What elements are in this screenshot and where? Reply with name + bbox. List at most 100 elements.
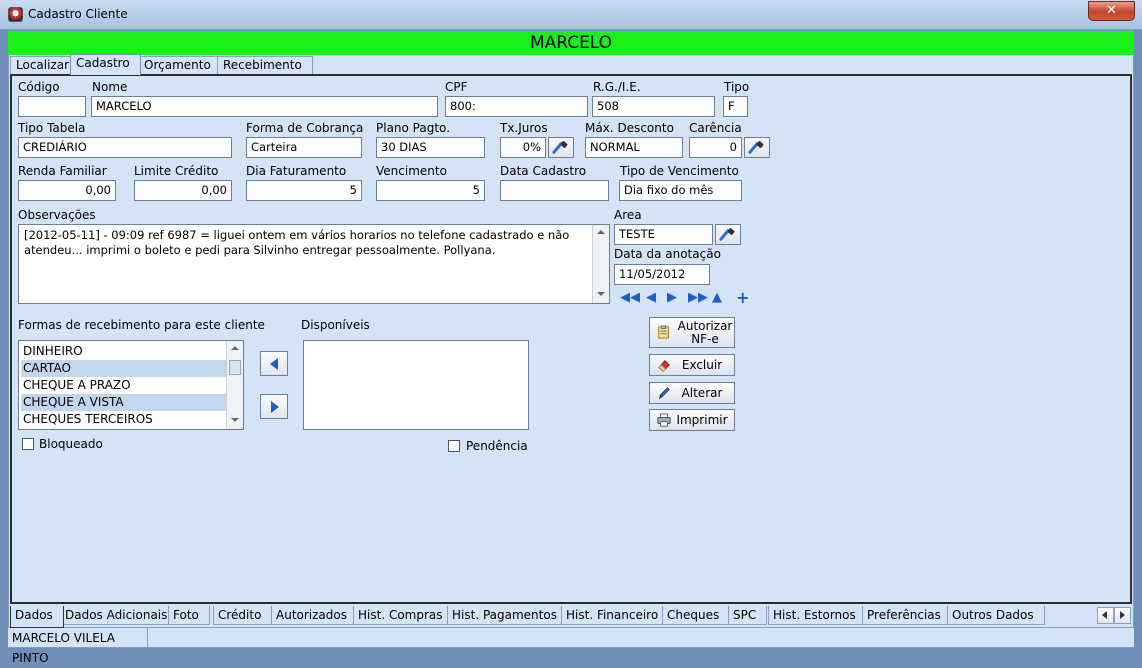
tab-dados[interactable]: Dados — [10, 606, 64, 628]
tab-outros-dados[interactable]: Outros Dados — [947, 606, 1045, 625]
carencia-label: Carência — [689, 121, 742, 135]
tab-spc[interactable]: SPC — [728, 606, 768, 625]
bloqueado-label: Bloqueado — [39, 437, 103, 451]
tx-juros-label: Tx.Juros — [500, 121, 548, 135]
tab-cadastro[interactable]: Cadastro — [70, 54, 141, 75]
tab-hist-estornos[interactable]: Hist. Estornos — [768, 606, 867, 625]
nav-last-icon[interactable]: ▶▶ — [688, 291, 708, 305]
formas-list[interactable]: DINHEIRO CARTAO CHEQUE A PRAZO CHEQUE A … — [18, 340, 244, 430]
plano-pagto-field[interactable]: 30 DIAS — [376, 137, 485, 158]
dia-faturamento-label: Dia Faturamento — [246, 164, 347, 178]
tipo-vencimento-field[interactable]: Dia fixo do mês — [619, 180, 742, 201]
codigo-label: Código — [18, 80, 60, 94]
imprimir-button[interactable]: Imprimir — [649, 409, 735, 431]
nav-up-icon[interactable]: ▲ — [712, 291, 722, 305]
nome-label: Nome — [92, 80, 128, 94]
plano-pagto-label: Plano Pagto. — [376, 121, 451, 135]
list-item[interactable]: DINHEIRO — [21, 343, 227, 360]
nome-field[interactable]: MARCELO — [91, 96, 438, 117]
pendencia-label: Pendência — [466, 439, 528, 453]
disponiveis-label: Disponíveis — [301, 318, 370, 332]
tipo-field[interactable]: F — [723, 96, 748, 117]
tab-credito[interactable]: Crédito — [213, 606, 273, 625]
renda-familiar-label: Renda Familiar — [18, 164, 107, 178]
alterar-button[interactable]: Alterar — [649, 382, 735, 404]
chevron-right-icon — [1120, 611, 1125, 619]
arrow-right-icon — [271, 401, 279, 413]
bloqueado-checkbox[interactable] — [22, 438, 34, 450]
disponiveis-list[interactable] — [303, 340, 529, 430]
tab-orcamento[interactable]: Orçamento — [138, 56, 222, 74]
autorizar-line2: NF-e — [691, 332, 719, 346]
tabs-scroll-left-button[interactable] — [1097, 607, 1114, 624]
forma-cobranca-field[interactable]: Carteira — [246, 137, 362, 158]
move-left-button[interactable] — [260, 351, 288, 376]
carencia-field[interactable]: 0 — [689, 137, 742, 158]
clipboard-icon — [658, 325, 669, 339]
area-field[interactable]: TESTE — [614, 224, 713, 245]
tab-hist-pagamentos[interactable]: Hist. Pagamentos — [447, 606, 568, 625]
formas-label: Formas de recebimento para este cliente — [18, 318, 265, 332]
tab-foto[interactable]: Foto — [168, 606, 210, 625]
title-bar — [0, 0, 1142, 30]
nav-prev-icon[interactable]: ◀ — [646, 291, 656, 305]
tab-autorizados[interactable]: Autorizados — [271, 606, 358, 625]
nav-next-icon[interactable]: ▶ — [667, 291, 677, 305]
tab-hist-compras[interactable]: Hist. Compras — [353, 606, 454, 625]
tipo-vencimento-label: Tipo de Vencimento — [620, 164, 739, 178]
cpf-field[interactable]: 800: — [445, 96, 588, 117]
observacoes-scrollbar[interactable] — [592, 225, 609, 303]
nav-first-icon[interactable]: ◀◀ — [620, 291, 640, 305]
list-item[interactable]: CHEQUE A VISTA — [21, 394, 227, 411]
cpf-label: CPF — [445, 80, 468, 94]
max-desconto-field[interactable]: NORMAL — [585, 137, 683, 158]
carencia-pick-button[interactable] — [744, 137, 770, 158]
move-right-button[interactable] — [260, 394, 288, 419]
printer-icon — [657, 413, 671, 427]
observacoes-memo[interactable]: [2012-05-11] - 09:09 ref 6987 = liguei o… — [18, 224, 610, 304]
tabs-scroll-right-button[interactable] — [1114, 607, 1131, 624]
scroll-down-icon — [597, 292, 605, 296]
limite-credito-field[interactable]: 0,00 — [134, 180, 232, 201]
tx-juros-pick-button[interactable] — [548, 137, 574, 158]
scroll-thumb[interactable] — [229, 360, 241, 375]
tab-dados-adicionais[interactable]: Dados Adicionais — [60, 606, 179, 625]
list-item[interactable]: CARTAO — [21, 360, 227, 377]
close-button[interactable]: ✕ — [1088, 1, 1135, 21]
list-item[interactable]: CHEQUE A PRAZO — [21, 377, 227, 394]
area-pick-button[interactable] — [715, 224, 741, 245]
tab-hist-financeiro[interactable]: Hist. Financeiro — [561, 606, 670, 625]
tx-juros-field[interactable]: 0% — [500, 137, 546, 158]
codigo-field[interactable] — [18, 96, 86, 117]
tipo-tabela-field[interactable]: CREDIÁRIO — [18, 137, 232, 158]
vencimento-field[interactable]: 5 — [376, 180, 485, 201]
scroll-up-icon — [231, 346, 239, 350]
vencimento-label: Vencimento — [376, 164, 447, 178]
rg-label: R.G./I.E. — [593, 80, 641, 94]
autorizar-nfe-button[interactable]: Autorizar NF-e — [649, 317, 735, 348]
formas-scrollbar[interactable] — [226, 341, 243, 429]
pencil-icon — [658, 387, 670, 400]
tab-cheques[interactable]: Cheques — [662, 606, 731, 625]
observacoes-text: [2012-05-11] - 09:09 ref 6987 = liguei o… — [24, 228, 570, 257]
scroll-up-icon — [597, 230, 605, 234]
eraser-icon — [658, 359, 670, 372]
excluir-button[interactable]: Excluir — [649, 354, 735, 376]
tab-recebimento[interactable]: Recebimento — [217, 56, 313, 74]
renda-familiar-field[interactable]: 0,00 — [18, 180, 116, 201]
window-title: Cadastro Cliente — [28, 7, 128, 21]
dia-faturamento-field[interactable]: 5 — [246, 180, 362, 201]
pendencia-checkbox[interactable] — [448, 440, 460, 452]
nav-add-icon[interactable]: + — [736, 290, 749, 306]
list-item[interactable]: CHEQUES TERCEIROS — [21, 411, 227, 428]
area-label: Area — [614, 208, 642, 222]
tab-preferencias[interactable]: Preferências — [862, 606, 952, 625]
observacoes-label: Observações — [18, 208, 96, 222]
data-cadastro-field[interactable] — [500, 180, 609, 201]
status-client-name: MARCELO VILELA PINTO — [8, 628, 148, 665]
data-anotacao-label: Data da anotação — [614, 247, 721, 261]
limite-credito-label: Limite Crédito — [134, 164, 219, 178]
tipo-label: Tipo — [724, 80, 750, 94]
data-anotacao-field[interactable]: 11/05/2012 — [614, 264, 710, 285]
rg-field[interactable]: 508 — [592, 96, 715, 117]
